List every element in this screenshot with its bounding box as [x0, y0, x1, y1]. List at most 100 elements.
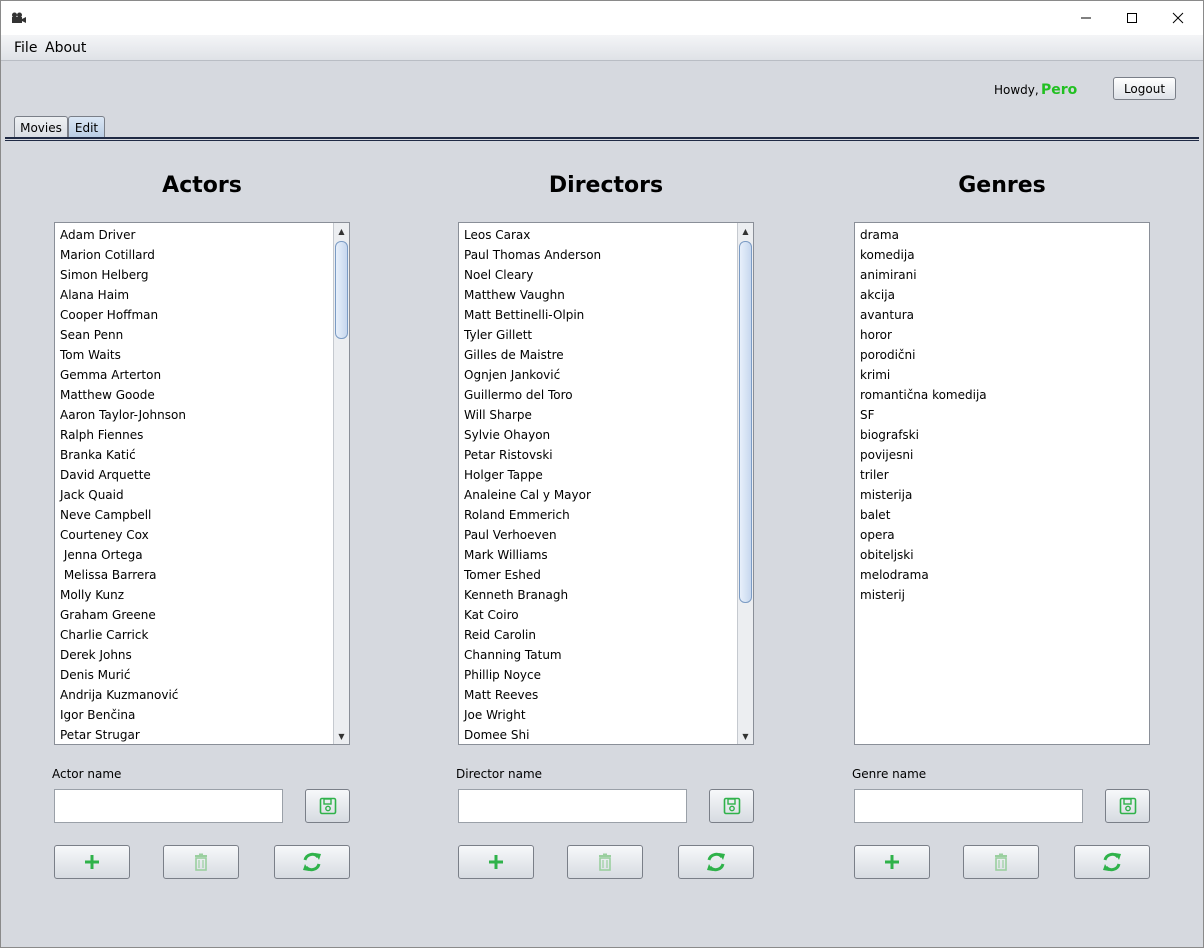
genres-list[interactable]: drama komedija animirani akcija avantura horo… [854, 222, 1150, 745]
director-list-item[interactable]: Phillip Noyce [459, 665, 753, 685]
actor-list-item[interactable]: Cooper Hoffman [55, 305, 349, 325]
actor-list-item[interactable]: Jack Quaid [55, 485, 349, 505]
genre-list-item[interactable]: opera [855, 525, 1149, 545]
genre-list-item[interactable]: povijesni [855, 445, 1149, 465]
director-list-item[interactable]: Guillermo del Toro [459, 385, 753, 405]
directors-list[interactable]: Leos Carax Paul Thomas Anderson Noel Clear… [458, 222, 754, 745]
scroll-up-icon[interactable]: ▲ [334, 223, 349, 239]
actors-list[interactable]: Adam Driver Marion Cotillard Simon Helberg… [54, 222, 350, 745]
director-list-item[interactable]: Leos Carax [459, 225, 753, 245]
genre-list-item[interactable]: biografski [855, 425, 1149, 445]
actor-list-item[interactable]: Adam Driver [55, 225, 349, 245]
actor-list-item[interactable]: Charlie Carrick [55, 625, 349, 645]
director-list-item[interactable]: Matt Bettinelli-Olpin [459, 305, 753, 325]
director-list-item[interactable]: Mark Williams [459, 545, 753, 565]
logout-button[interactable]: Logout [1113, 77, 1176, 100]
genre-list-item[interactable]: obiteljski [855, 545, 1149, 565]
actor-list-item[interactable]: Neve Campbell [55, 505, 349, 525]
actor-list-item[interactable]: Petar Strugar [55, 725, 349, 744]
actor-list-item[interactable]: Igor Benčina [55, 705, 349, 725]
save-actor-button[interactable] [305, 789, 350, 823]
add-director-button[interactable] [458, 845, 534, 879]
actor-list-item[interactable]: Alana Haim [55, 285, 349, 305]
genre-list-item[interactable]: balet [855, 505, 1149, 525]
director-list-item[interactable]: Sylvie Ohayon [459, 425, 753, 445]
actor-list-item[interactable]: Sean Penn [55, 325, 349, 345]
director-list-item[interactable]: Domee Shi [459, 725, 753, 744]
maximize-button[interactable] [1109, 1, 1155, 35]
actor-list-item[interactable]: Andrija Kuzmanović [55, 685, 349, 705]
scroll-down-icon[interactable]: ▼ [334, 728, 349, 744]
actor-list-item[interactable]: Derek Johns [55, 645, 349, 665]
actor-list-item[interactable]: Matthew Goode [55, 385, 349, 405]
genre-list-item[interactable]: misterij [855, 585, 1149, 605]
genre-list-item[interactable]: komedija [855, 245, 1149, 265]
tab-movies[interactable]: Movies [14, 116, 68, 138]
director-list-item[interactable]: Analeine Cal y Mayor [459, 485, 753, 505]
director-list-item[interactable]: Holger Tappe [459, 465, 753, 485]
actor-name-input[interactable] [54, 789, 283, 823]
actor-list-item[interactable]: David Arquette [55, 465, 349, 485]
actor-list-item[interactable]: Ralph Fiennes [55, 425, 349, 445]
actor-list-item[interactable]: Gemma Arterton [55, 365, 349, 385]
director-list-item[interactable]: Tomer Eshed [459, 565, 753, 585]
director-list-item[interactable]: Gilles de Maistre [459, 345, 753, 365]
menu-file[interactable]: File [14, 40, 37, 56]
actor-list-item[interactable]: Aaron Taylor-Johnson [55, 405, 349, 425]
actor-list-item[interactable]: Denis Murić [55, 665, 349, 685]
director-name-input[interactable] [458, 789, 687, 823]
refresh-actors-button[interactable] [274, 845, 350, 879]
minimize-button[interactable] [1063, 1, 1109, 35]
director-list-item[interactable]: Ognjen Janković [459, 365, 753, 385]
genre-list-item[interactable]: triler [855, 465, 1149, 485]
directors-scroll-thumb[interactable] [739, 241, 752, 603]
actors-scroll-thumb[interactable] [335, 241, 348, 339]
save-genre-button[interactable] [1105, 789, 1150, 823]
director-list-item[interactable]: Paul Thomas Anderson [459, 245, 753, 265]
actor-list-item[interactable]: Molly Kunz [55, 585, 349, 605]
scroll-up-icon[interactable]: ▲ [738, 223, 753, 239]
actor-list-item[interactable]: Marion Cotillard [55, 245, 349, 265]
genre-list-item[interactable]: akcija [855, 285, 1149, 305]
director-list-item[interactable]: Paul Verhoeven [459, 525, 753, 545]
actor-list-item[interactable]: Jenna Ortega [55, 545, 349, 565]
genre-list-item[interactable]: drama [855, 225, 1149, 245]
actor-list-item[interactable]: Graham Greene [55, 605, 349, 625]
actor-list-item[interactable]: Courteney Cox [55, 525, 349, 545]
actors-scrollbar[interactable]: ▲ ▼ [333, 223, 349, 744]
delete-genre-button[interactable] [963, 845, 1039, 879]
save-director-button[interactable] [709, 789, 754, 823]
delete-director-button[interactable] [567, 845, 643, 879]
genre-list-item[interactable]: melodrama [855, 565, 1149, 585]
delete-actor-button[interactable] [163, 845, 239, 879]
add-actor-button[interactable] [54, 845, 130, 879]
director-list-item[interactable]: Joe Wright [459, 705, 753, 725]
genre-list-item[interactable]: avantura [855, 305, 1149, 325]
close-button[interactable] [1155, 1, 1201, 35]
genre-list-item[interactable]: animirani [855, 265, 1149, 285]
menu-about[interactable]: About [45, 40, 86, 56]
directors-scrollbar[interactable]: ▲ ▼ [737, 223, 753, 744]
genre-list-item[interactable]: porodični [855, 345, 1149, 365]
tab-edit[interactable]: Edit [68, 116, 105, 138]
genre-list-item[interactable]: horor [855, 325, 1149, 345]
actor-list-item[interactable]: Melissa Barrera [55, 565, 349, 585]
actor-list-item[interactable]: Branka Katić [55, 445, 349, 465]
refresh-directors-button[interactable] [678, 845, 754, 879]
genre-list-item[interactable]: misterija [855, 485, 1149, 505]
director-list-item[interactable]: Channing Tatum [459, 645, 753, 665]
refresh-genres-button[interactable] [1074, 845, 1150, 879]
add-genre-button[interactable] [854, 845, 930, 879]
director-list-item[interactable]: Reid Carolin [459, 625, 753, 645]
director-list-item[interactable]: Kenneth Branagh [459, 585, 753, 605]
director-list-item[interactable]: Kat Coiro [459, 605, 753, 625]
director-list-item[interactable]: Matthew Vaughn [459, 285, 753, 305]
director-list-item[interactable]: Roland Emmerich [459, 505, 753, 525]
actor-list-item[interactable]: Simon Helberg [55, 265, 349, 285]
genre-list-item[interactable]: krimi [855, 365, 1149, 385]
director-list-item[interactable]: Petar Ristovski [459, 445, 753, 465]
genre-list-item[interactable]: romantična komedija [855, 385, 1149, 405]
scroll-down-icon[interactable]: ▼ [738, 728, 753, 744]
director-list-item[interactable]: Tyler Gillett [459, 325, 753, 345]
genre-list-item[interactable]: SF [855, 405, 1149, 425]
